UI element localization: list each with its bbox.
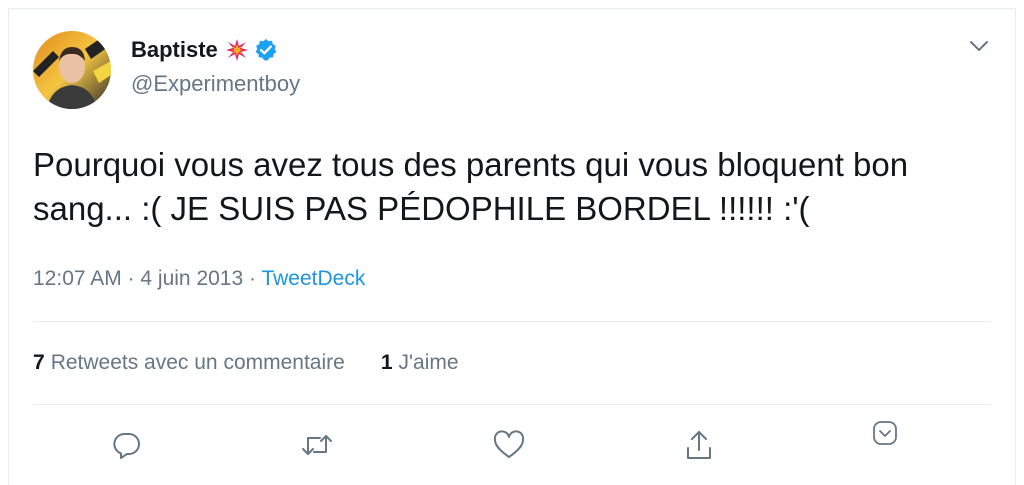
- heart-icon: [493, 429, 525, 465]
- tweet-text: Pourquoi vous avez tous des parents qui …: [33, 146, 909, 227]
- likes-count: 1: [380, 351, 393, 374]
- verified-badge-icon: [254, 38, 278, 62]
- avatar[interactable]: [33, 31, 111, 109]
- divider: [33, 404, 991, 405]
- divider: [33, 321, 991, 322]
- reply-button[interactable]: [109, 429, 145, 465]
- likes-stat[interactable]: 1 J'aime: [381, 349, 459, 377]
- chevron-down-icon: [872, 420, 898, 451]
- chevron-down-icon[interactable]: [969, 39, 989, 53]
- share-button[interactable]: [681, 429, 717, 465]
- meta-separator: ·: [121, 267, 141, 290]
- author-display-name[interactable]: Baptiste: [131, 37, 218, 63]
- tweet-time[interactable]: 12:07 AM: [33, 267, 122, 290]
- retweets-count: 7: [33, 351, 45, 374]
- more-options-button[interactable]: [867, 417, 903, 453]
- tweet-source-link[interactable]: TweetDeck: [261, 267, 365, 290]
- collision-icon: [225, 39, 248, 61]
- tweet-card: Baptiste @Experimentboy Pourquoi vous av…: [8, 8, 1016, 485]
- tweet-meta: 12:07 AM · 4 juin 2013 · TweetDeck: [33, 265, 365, 293]
- retweets-label: Retweets avec un commentaire: [50, 351, 345, 374]
- likes-label: J'aime: [398, 351, 459, 374]
- tweet-date[interactable]: 4 juin 2013: [140, 267, 243, 290]
- meta-separator: ·: [243, 267, 262, 290]
- share-icon: [684, 429, 714, 466]
- author-handle[interactable]: @Experimentboy: [131, 71, 300, 97]
- retweets-with-comment-stat[interactable]: 7 Retweets avec un commentaire: [33, 349, 345, 377]
- retweet-icon: [300, 430, 334, 465]
- tweet-stats: 7 Retweets avec un commentaire 1 J'aime: [33, 349, 459, 377]
- reply-icon: [112, 430, 142, 465]
- like-button[interactable]: [491, 429, 527, 465]
- author-name-row[interactable]: Baptiste: [131, 37, 278, 63]
- retweet-button[interactable]: [299, 429, 335, 465]
